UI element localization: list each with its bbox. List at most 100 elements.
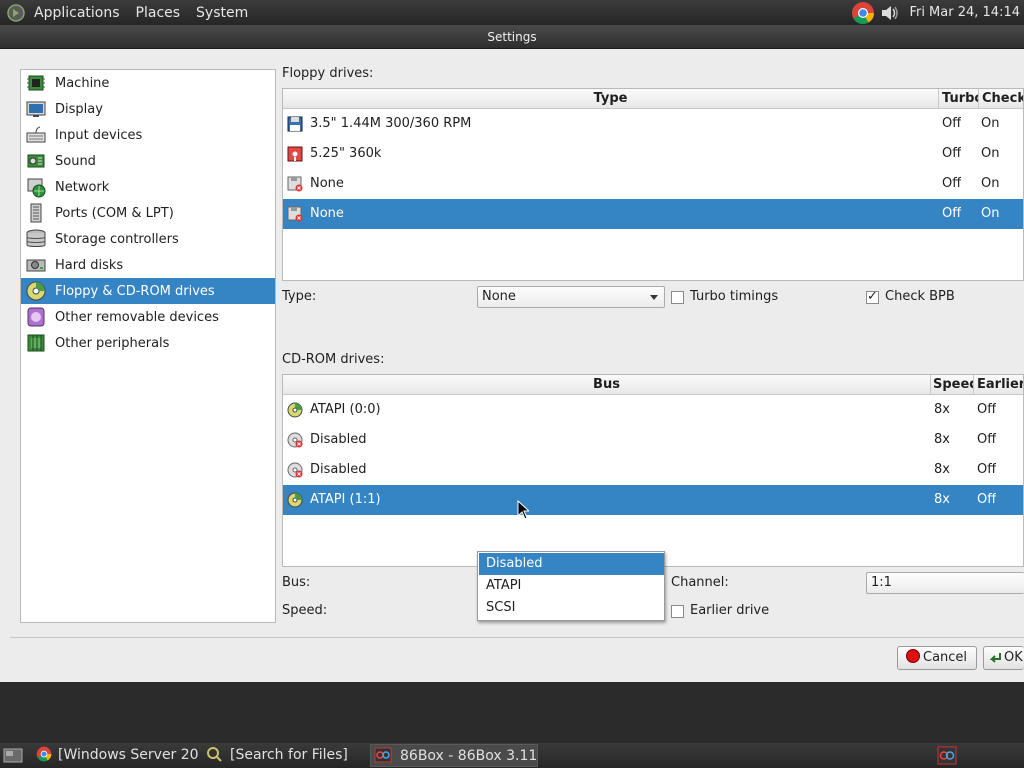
column-header-earlier[interactable]: Earlier d: [974, 375, 1023, 395]
turbo-cell: Off: [942, 176, 962, 191]
ok-label: OK: [1004, 650, 1023, 665]
menu-system[interactable]: System: [196, 5, 248, 21]
table-row[interactable]: Disabled 8x Off: [283, 425, 1023, 455]
column-header-turbo[interactable]: Turbo: [939, 89, 979, 109]
gnome-foot-icon[interactable]: [6, 3, 26, 23]
sidebar-item-removable[interactable]: Other removable devices: [21, 304, 275, 330]
turbo-timings-checkbox[interactable]: [671, 291, 684, 304]
earlier-drive-checkbox[interactable]: [671, 605, 684, 618]
taskbar-item-chrome[interactable]: [Windows Server 20...: [36, 744, 200, 767]
turbo-cell: Off: [942, 206, 962, 221]
cdrom-table-header: Bus Speed Earlier d: [283, 375, 1023, 395]
table-row[interactable]: 3.5" 1.44M 300/360 RPM Off On: [283, 109, 1023, 139]
taskbar-item-label: [Search for Files]: [230, 747, 348, 763]
clock[interactable]: Fri Mar 24, 14:14: [909, 5, 1020, 20]
sidebar-item-label: Machine: [55, 75, 110, 91]
settings-sidebar: Machine Display Input devices Sound Netw…: [20, 69, 276, 623]
floppy35-icon: [287, 116, 303, 131]
column-header-check[interactable]: Check: [979, 89, 1023, 109]
sidebar-item-label: Display: [55, 101, 103, 117]
top-panel: Applications Places System Fri Mar 24, 1…: [0, 0, 1024, 25]
floppy-type-value: None: [482, 289, 516, 304]
sidebar-item-label: Network: [55, 179, 110, 195]
column-header-type[interactable]: Type: [283, 89, 939, 109]
harddisk-icon: [26, 259, 46, 272]
earlier-cell: Off: [977, 462, 997, 477]
taskbar: [Windows Server 20... [Search for Files]…: [0, 743, 1024, 768]
taskbar-item-search[interactable]: [Search for Files]: [206, 744, 366, 767]
bus-option-scsi[interactable]: SCSI: [479, 597, 664, 619]
table-row[interactable]: ATAPI (1:1) 8x Off: [283, 485, 1023, 515]
bus-label: Bus:: [282, 575, 311, 590]
table-row[interactable]: ATAPI (0:0) 8x Off: [283, 395, 1023, 425]
speed-cell: 8x: [934, 462, 950, 477]
floppy-type-cell: 3.5" 1.44M 300/360 RPM: [310, 116, 472, 131]
sidebar-item-display[interactable]: Display: [21, 96, 275, 122]
removable-icon: [27, 307, 45, 327]
divider: [10, 637, 1024, 638]
sidebar-item-label: Other peripherals: [55, 335, 170, 351]
earlier-cell: Off: [977, 402, 997, 417]
sidebar-item-ports[interactable]: Ports (COM & LPT): [21, 200, 275, 226]
taskbar-item-86box[interactable]: 86Box - 86Box 3.11: [370, 744, 538, 767]
floppy-section-label: Floppy drives:: [282, 66, 374, 81]
peripheral-icon: [27, 334, 45, 352]
keyboard-icon: [26, 126, 46, 143]
bus-option-disabled[interactable]: Disabled: [479, 553, 664, 575]
table-row[interactable]: None Off On: [283, 199, 1023, 229]
channel-combo[interactable]: 1:1: [866, 572, 1024, 594]
earlier-drive-label[interactable]: Earlier drive: [690, 603, 769, 618]
desktop-background: [0, 682, 1024, 743]
cdrom-bus-cell: ATAPI (1:1): [310, 492, 381, 507]
sidebar-item-network[interactable]: Network: [21, 174, 275, 200]
turbo-timings-label[interactable]: Turbo timings: [690, 289, 778, 304]
cdrom-icon: [26, 281, 46, 301]
sidebar-item-label: Other removable devices: [55, 309, 219, 325]
cdrom-bus-cell: Disabled: [310, 432, 367, 447]
cdrom-disabled-icon: [287, 432, 303, 447]
check-bpb-checkbox[interactable]: ✓: [866, 289, 879, 304]
menu-applications[interactable]: Applications: [34, 5, 120, 21]
sidebar-item-input-devices[interactable]: Input devices: [21, 122, 275, 148]
chip-icon: [27, 75, 45, 91]
mouse-cursor-icon: [517, 500, 529, 520]
chrome-icon[interactable]: [851, 1, 875, 25]
sidebar-item-floppy-cdrom[interactable]: Floppy & CD-ROM drives: [21, 278, 275, 304]
table-row[interactable]: Disabled 8x Off: [283, 455, 1023, 485]
sidebar-item-hard-disks[interactable]: Hard disks: [21, 252, 275, 278]
check-cell: On: [981, 176, 1000, 191]
floppy-disabled-icon: [287, 206, 303, 221]
86box-icon: [374, 747, 392, 763]
display-icon: [26, 101, 46, 117]
table-row[interactable]: 5.25" 360k Off On: [283, 139, 1023, 169]
window-title[interactable]: Settings: [0, 25, 1024, 49]
bus-dropdown-popup: Disabled ATAPI SCSI: [477, 551, 665, 621]
table-row[interactable]: None Off On: [283, 169, 1023, 199]
cancel-label: Cancel: [923, 650, 968, 665]
check-cell: On: [981, 146, 1000, 161]
cdrom-bus-cell: ATAPI (0:0): [310, 402, 381, 417]
channel-value: 1:1: [871, 575, 892, 590]
floppy-type-combo[interactable]: None: [477, 286, 665, 308]
sidebar-item-sound[interactable]: Sound: [21, 148, 275, 174]
speed-cell: 8x: [934, 492, 950, 507]
check-cell: On: [981, 206, 1000, 221]
cdrom-section-label: CD-ROM drives:: [282, 352, 385, 367]
speed-label: Speed:: [282, 603, 328, 618]
ok-button[interactable]: OK: [983, 646, 1024, 670]
check-bpb-label[interactable]: Check BPB: [885, 289, 955, 304]
checkmark-icon: ✓: [867, 289, 878, 304]
bus-option-atapi[interactable]: ATAPI: [479, 575, 664, 597]
channel-label: Channel:: [671, 575, 729, 590]
cancel-button[interactable]: Cancel: [897, 646, 977, 670]
column-header-speed[interactable]: Speed: [931, 375, 974, 395]
sidebar-item-peripherals[interactable]: Other peripherals: [21, 330, 275, 356]
menu-places[interactable]: Places: [136, 5, 181, 21]
show-desktop-icon[interactable]: [3, 747, 23, 764]
tray-86box-icon[interactable]: [937, 746, 957, 765]
cdrom-disabled-icon: [287, 462, 303, 477]
sidebar-item-storage-controllers[interactable]: Storage controllers: [21, 226, 275, 252]
column-header-bus[interactable]: Bus: [283, 375, 931, 395]
sidebar-item-machine[interactable]: Machine: [21, 70, 275, 96]
volume-icon[interactable]: [879, 2, 901, 24]
